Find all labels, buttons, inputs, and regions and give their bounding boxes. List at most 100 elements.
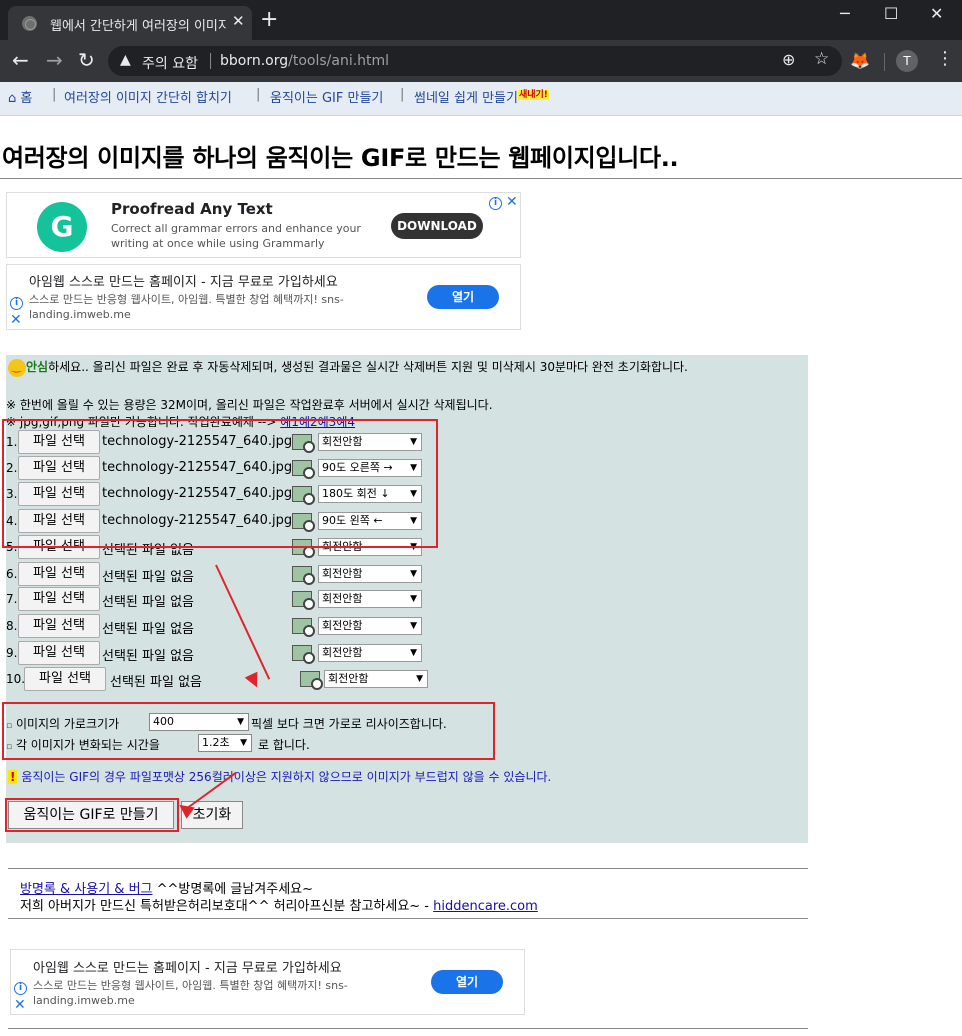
home-label: 홈 xyxy=(20,91,33,106)
image-preview-icon[interactable] xyxy=(292,645,315,664)
image-preview-icon[interactable] xyxy=(292,591,315,610)
metamask-fox-icon[interactable]: 🦊 xyxy=(850,51,870,70)
warning-icon: ! xyxy=(8,770,18,784)
choose-file-button[interactable]: 파일 선택 xyxy=(18,562,100,586)
choose-file-button[interactable]: 파일 선택 xyxy=(18,587,100,611)
nav-thumbnail-label: 썸네일 쉽게 만들기 xyxy=(414,91,518,106)
url-text[interactable]: bborn.org/tools/ani.html xyxy=(220,53,389,69)
ad-desc-line2: landing.imweb.me xyxy=(29,308,131,321)
rotation-value: 회전안함 xyxy=(322,567,363,580)
file-row-number: 8. xyxy=(6,619,18,633)
rotation-select[interactable]: 회전안함 ▼ xyxy=(324,670,428,688)
rotation-select[interactable]: 회전안함 ▼ xyxy=(318,617,422,635)
ad-title[interactable]: 아임웹 스스로 만드는 홈페이지 - 지금 무료로 가입하세요 xyxy=(29,271,338,290)
ad-title[interactable]: 아임웹 스스로 만드는 홈페이지 - 지금 무료로 가입하세요 xyxy=(33,957,342,976)
chevron-down-icon: ▼ xyxy=(410,648,417,658)
active-tab[interactable]: 웹에서 간단하게 여러장의 이미지 ✕ xyxy=(8,6,252,40)
annotation-box-options xyxy=(2,702,495,760)
file-name: 선택된 파일 없음 xyxy=(102,649,194,664)
image-preview-icon[interactable] xyxy=(292,566,315,585)
divider xyxy=(0,178,962,179)
annotation-box-files xyxy=(2,419,438,548)
new-badge: 새내기! xyxy=(517,90,549,100)
ad-open-button[interactable]: 열기 xyxy=(431,970,503,994)
minimize-button[interactable]: ─ xyxy=(840,4,850,23)
address-bar[interactable]: ▲ 주의 요함 bborn.org/tools/ani.html ⊕ ☆ xyxy=(108,46,842,76)
profile-avatar[interactable]: T xyxy=(896,50,918,72)
ad-open-button[interactable]: 열기 xyxy=(427,285,499,309)
nav-merge-images[interactable]: 여러장의 이미지 간단히 합치기 xyxy=(64,87,232,106)
nav-separator: | xyxy=(52,87,57,102)
privacy-notice: 안심하세요.. 올리신 파일은 완료 후 자동삭제되며, 생성된 결과물은 실시… xyxy=(8,358,688,377)
rotation-value: 회전안함 xyxy=(322,646,363,659)
ad-info-icon[interactable]: i xyxy=(10,297,23,310)
tab-strip: 웹에서 간단하게 여러장의 이미지 ✕ + ─ ☐ ✕ xyxy=(0,0,962,40)
maximize-button[interactable]: ☐ xyxy=(884,4,898,23)
divider xyxy=(210,53,211,69)
chevron-down-icon: ▼ xyxy=(416,674,423,684)
choose-file-button[interactable]: 파일 선택 xyxy=(18,641,100,665)
back-arrow-icon[interactable]: ← xyxy=(12,49,29,71)
rotation-select[interactable]: 회전안함 ▼ xyxy=(318,590,422,608)
file-row-number: 10. xyxy=(6,672,26,686)
rotation-select[interactable]: 회전안함 ▼ xyxy=(318,644,422,662)
zoom-icon[interactable]: ⊕ xyxy=(782,50,795,69)
file-name: 선택된 파일 없음 xyxy=(110,675,202,690)
choose-file-button[interactable]: 파일 선택 xyxy=(18,614,100,638)
nav-separator: | xyxy=(400,87,405,102)
site-nav: ⌂ 홈 | 여러장의 이미지 간단히 합치기 | 움직이는 GIF 만들기 | … xyxy=(0,82,962,116)
warning-triangle-icon[interactable]: ▲ xyxy=(120,52,131,68)
ad-info-icon[interactable]: i xyxy=(489,197,502,210)
warning-text: 움직이는 GIF의 경우 파일포맷상 256컬러이상은 지원하지 않으므로 이미… xyxy=(21,770,552,784)
ad-close-icon[interactable]: ✕ xyxy=(10,312,22,328)
close-window-button[interactable]: ✕ xyxy=(930,4,943,23)
ad-desc-line2: landing.imweb.me xyxy=(33,994,135,1007)
image-preview-icon[interactable] xyxy=(292,618,315,637)
smiley-icon xyxy=(8,358,26,377)
reload-icon[interactable]: ↻ xyxy=(78,49,95,71)
file-row: 10. 파일 선택 선택된 파일 없음 회전안함 ▼ xyxy=(6,667,446,691)
ad-download-button[interactable]: DOWNLOAD xyxy=(391,213,483,239)
file-row: 8. 파일 선택 선택된 파일 없음 회전안함 ▼ xyxy=(6,614,446,638)
ad-grammarly[interactable]: G Proofread Any Text Correct all grammar… xyxy=(6,192,521,258)
chevron-down-icon: ▼ xyxy=(410,594,417,604)
forward-arrow-icon[interactable]: → xyxy=(46,49,63,71)
promo-line: 저희 아버지가 만드신 특허받은허리보호대^^ 허리아프신분 참고하세요~ - … xyxy=(20,895,538,914)
ad-info-icon[interactable]: i xyxy=(14,982,27,995)
divider xyxy=(8,868,808,869)
file-row-number: 9. xyxy=(6,646,18,660)
security-label[interactable]: 주의 요함 xyxy=(142,53,198,73)
nav-separator: | xyxy=(256,87,261,102)
nav-thumbnail[interactable]: 썸네일 쉽게 만들기새내기! xyxy=(414,87,549,106)
notice-strong: 안심 xyxy=(26,360,49,374)
ad-desc-line1: 스스로 만드는 반응형 웹사이트, 아임웹. 특별한 창업 혜택까지! sns- xyxy=(33,979,348,992)
close-tab-icon[interactable]: ✕ xyxy=(232,12,245,30)
ad-imweb-bottom[interactable]: 아임웹 스스로 만드는 홈페이지 - 지금 무료로 가입하세요 스스로 만드는 … xyxy=(10,949,525,1015)
home-icon: ⌂ xyxy=(8,91,17,106)
ad-title[interactable]: Proofread Any Text xyxy=(111,200,273,218)
bookmark-star-icon[interactable]: ☆ xyxy=(814,49,829,69)
ad-close-icon[interactable]: ✕ xyxy=(14,997,26,1013)
image-preview-icon[interactable] xyxy=(300,671,323,690)
file-row: 6. 파일 선택 선택된 파일 없음 회전안함 ▼ xyxy=(6,562,446,586)
ad-imweb[interactable]: 아임웹 스스로 만드는 홈페이지 - 지금 무료로 가입하세요 스스로 만드는 … xyxy=(6,264,521,330)
rotation-select[interactable]: 회전안함 ▼ xyxy=(318,565,422,583)
hiddencare-link[interactable]: hiddencare.com xyxy=(433,899,538,914)
rotation-value: 회전안함 xyxy=(322,619,363,632)
ad-close-icon[interactable]: ✕ xyxy=(506,194,518,210)
ad-desc-line1: Correct all grammar errors and enhance y… xyxy=(111,222,361,235)
choose-file-button[interactable]: 파일 선택 xyxy=(24,667,106,691)
file-name: 선택된 파일 없음 xyxy=(102,622,194,637)
divider xyxy=(884,53,885,71)
notice-text: 하세요.. 올리신 파일은 완료 후 자동삭제되며, 생성된 결과물은 실시간 … xyxy=(48,360,688,374)
kebab-menu-icon[interactable]: ⋮ xyxy=(936,48,954,69)
home-link[interactable]: ⌂ 홈 xyxy=(8,87,32,106)
nav-gif-maker[interactable]: 움직이는 GIF 만들기 xyxy=(270,87,383,106)
new-tab-button[interactable]: + xyxy=(260,9,278,31)
chevron-down-icon: ▼ xyxy=(410,569,417,579)
ad-desc-line1: 스스로 만드는 반응형 웹사이트, 아임웹. 특별한 창업 혜택까지! sns- xyxy=(29,293,344,306)
file-name: 선택된 파일 없음 xyxy=(102,570,194,585)
divider xyxy=(8,1028,808,1029)
promo-text: 저희 아버지가 만드신 특허받은허리보호대^^ 허리아프신분 참고하세요~ - xyxy=(20,899,434,914)
chevron-down-icon: ▼ xyxy=(410,621,417,631)
